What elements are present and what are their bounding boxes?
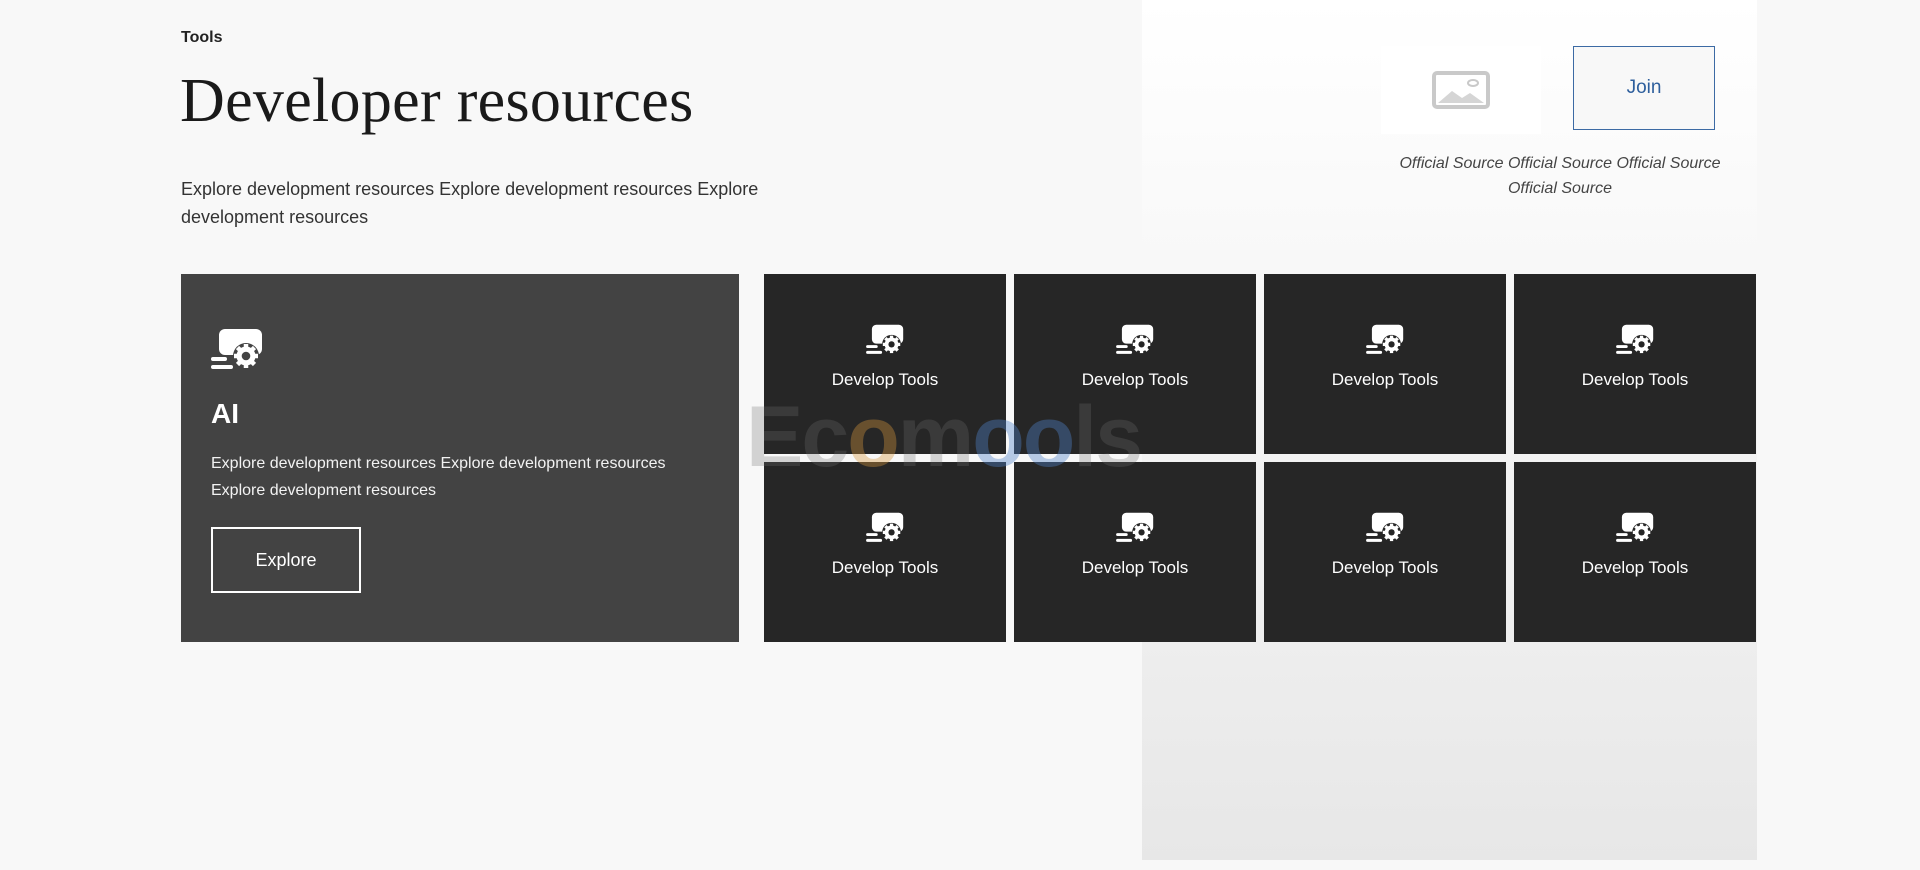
develop-tools-label: Develop Tools — [1081, 558, 1189, 577]
screen-gear-icon — [1615, 324, 1655, 361]
develop-tools-tile[interactable]: Develop Tools — [1514, 462, 1756, 642]
screen-gear-icon — [1615, 512, 1655, 549]
develop-tools-tile[interactable]: Develop Tools — [1264, 274, 1506, 454]
image-thumbnail — [1381, 46, 1541, 134]
eyebrow-label: Tools — [181, 29, 223, 46]
ai-feature-card: AI Explore development resources Explore… — [181, 274, 739, 642]
develop-tools-label: Develop Tools — [1331, 558, 1439, 577]
develop-tools-label: Develop Tools — [1331, 370, 1439, 389]
image-placeholder-icon — [1432, 71, 1490, 109]
develop-tools-tile[interactable]: Develop Tools — [764, 274, 1006, 454]
develop-tools-tile[interactable]: Develop Tools — [1014, 462, 1256, 642]
screen-gear-icon — [1365, 512, 1405, 549]
develop-tools-label: Develop Tools — [1581, 370, 1689, 389]
develop-tools-label: Develop Tools — [831, 370, 939, 389]
develop-tools-label: Develop Tools — [831, 558, 939, 577]
develop-tools-label: Develop Tools — [1081, 370, 1189, 389]
ai-card-title: AI — [211, 398, 239, 429]
develop-tools-tile[interactable]: Develop Tools — [764, 462, 1006, 642]
screen-gear-icon — [1115, 324, 1155, 361]
screen-gear-icon — [865, 324, 905, 361]
screen-gear-icon — [211, 329, 262, 369]
page-title: Developer resources — [180, 67, 694, 135]
ai-card-description: Explore development resources Explore de… — [211, 455, 666, 499]
develop-tools-label: Develop Tools — [1581, 558, 1689, 577]
explore-button[interactable]: Explore — [211, 527, 361, 593]
screen-gear-icon — [1365, 324, 1405, 361]
develop-tools-tile[interactable]: Develop Tools — [1264, 462, 1506, 642]
develop-tools-tile[interactable]: Develop Tools — [1014, 274, 1256, 454]
join-button[interactable]: Join — [1573, 46, 1715, 130]
official-source-text: Official Source Official Source Official… — [1399, 155, 1721, 197]
screen-gear-icon — [1115, 512, 1155, 549]
intro-text: Explore development resources Explore de… — [181, 179, 759, 227]
develop-tools-tile[interactable]: Develop Tools — [1514, 274, 1756, 454]
screen-gear-icon — [865, 512, 905, 549]
